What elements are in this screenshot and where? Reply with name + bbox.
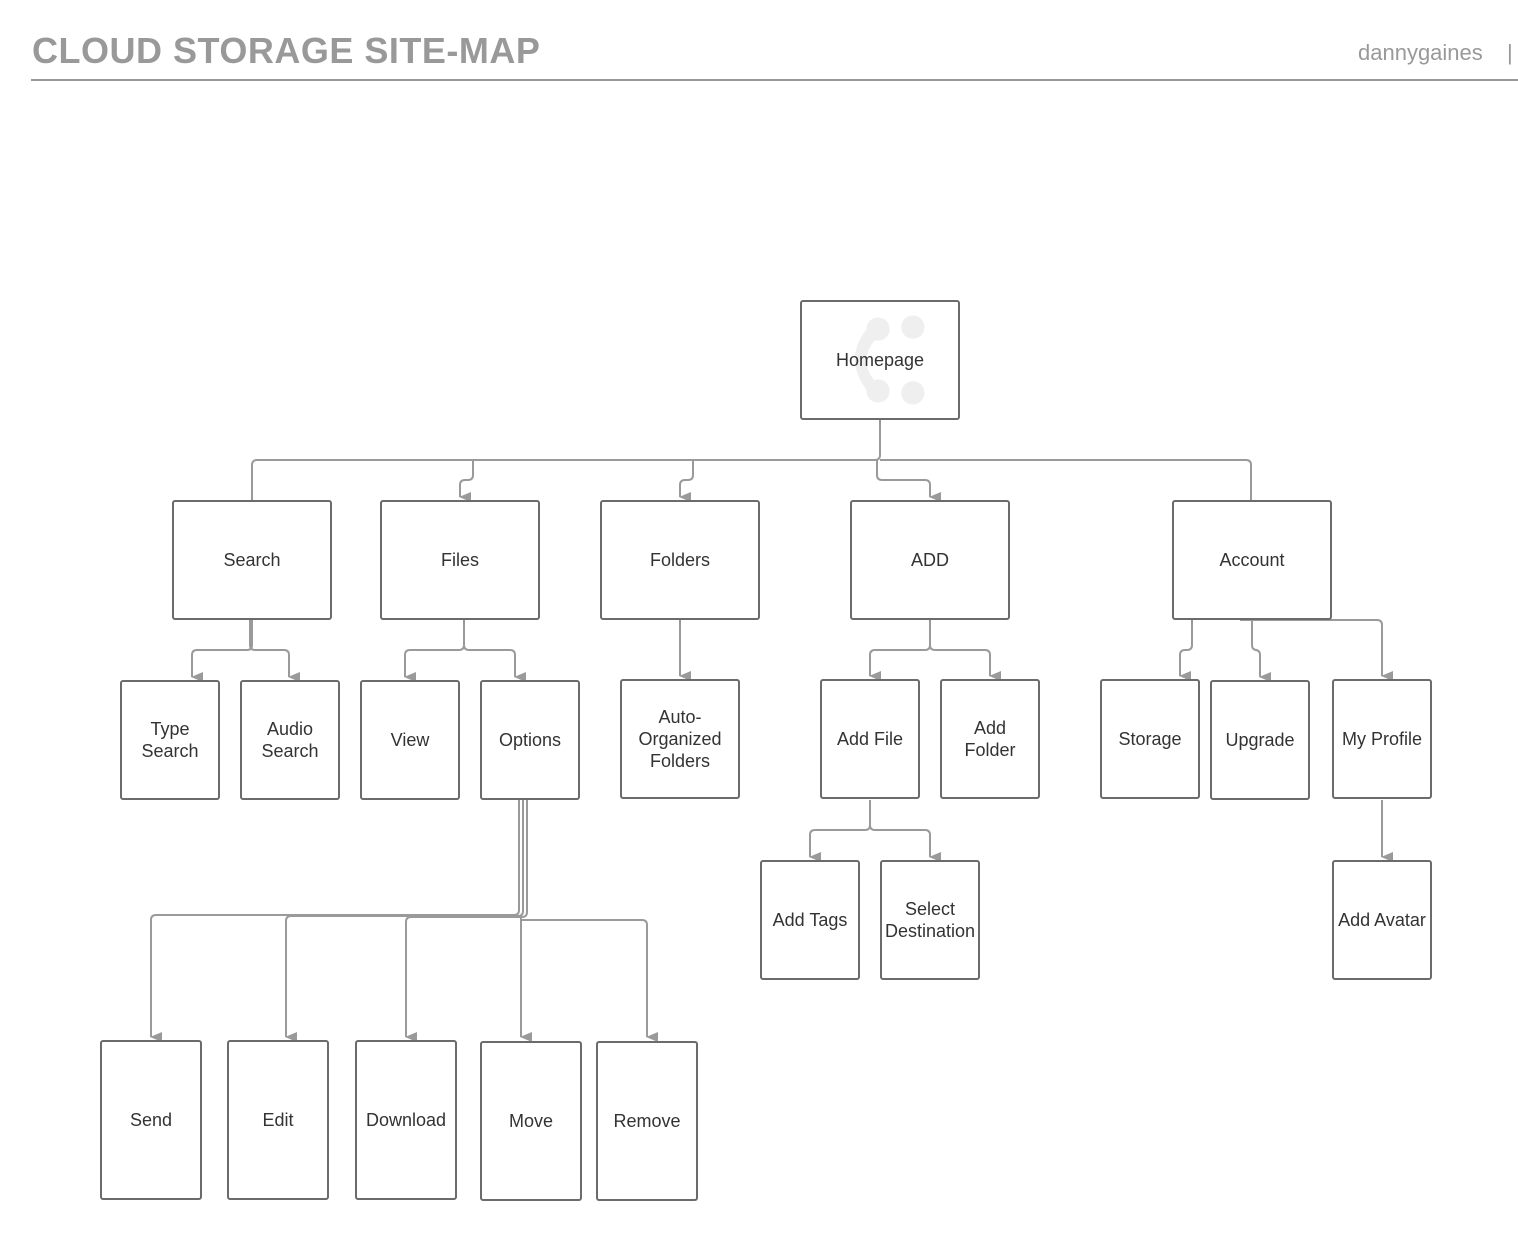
node-search: Search <box>172 500 332 620</box>
node-auto-organized-folders: Auto- Organized Folders <box>620 679 740 799</box>
node-label: Search <box>223 550 281 570</box>
node-account: Account <box>1172 500 1332 620</box>
node-label: Files <box>440 550 479 570</box>
node-label: Add Tags <box>772 910 848 930</box>
node-folders: Folders <box>600 500 760 620</box>
node-label: Add Avatar <box>1338 910 1426 930</box>
node-label: Download <box>365 1110 447 1130</box>
connector-homepage-add <box>876 460 941 502</box>
node-select-destination: Select Destination <box>880 860 980 980</box>
node-label: Remove <box>613 1111 681 1131</box>
node-label: Storage <box>1118 729 1182 749</box>
connector-homepage-account <box>880 459 1252 500</box>
connector-search-type <box>191 620 253 682</box>
node-label: Audio Search <box>261 719 319 761</box>
connector-homepage-files <box>459 460 474 502</box>
node-add: ADD <box>850 500 1010 620</box>
node-label: Auto- Organized Folders <box>638 707 722 771</box>
node-label: View <box>390 730 430 750</box>
node-homepage: Homepage <box>800 300 960 420</box>
node-label: Add Folder <box>964 718 1016 760</box>
node-label: Edit <box>262 1110 294 1130</box>
node-move: Move <box>480 1041 582 1201</box>
node-label: Folders <box>649 550 711 570</box>
node-files: Files <box>380 500 540 620</box>
node-view: View <box>360 680 460 800</box>
connector-account-upgrade <box>1251 620 1271 682</box>
node-label: Account <box>1219 550 1285 570</box>
node-type-search: Type Search <box>120 680 220 800</box>
connector-addfile-tags <box>809 800 871 862</box>
node-my-profile: My Profile <box>1332 679 1432 799</box>
connector-account-profile <box>1240 619 1393 681</box>
node-storage: Storage <box>1100 679 1200 799</box>
connector-options-trunk-c <box>405 795 528 1042</box>
node-label: Send <box>129 1110 173 1130</box>
connector-addfile-destination <box>869 824 941 862</box>
node-add-folder: Add Folder <box>940 679 1040 799</box>
node-label: Type Search <box>141 719 199 761</box>
node-send: Send <box>100 1040 202 1200</box>
node-label: Homepage <box>835 350 925 370</box>
connector-add-folder <box>929 644 1001 681</box>
node-options: Options <box>480 680 580 800</box>
node-remove: Remove <box>596 1041 698 1201</box>
node-add-file: Add File <box>820 679 920 799</box>
connector-account-storage <box>1179 620 1193 681</box>
node-label: Select Destination <box>884 899 976 941</box>
connector-homepage-bus <box>251 420 881 500</box>
node-audio-search: Audio Search <box>240 680 340 800</box>
node-label: Move <box>508 1111 553 1131</box>
node-add-tags: Add Tags <box>760 860 860 980</box>
connector-options-remove <box>521 919 658 1042</box>
connector-files-view <box>404 620 465 682</box>
node-edit: Edit <box>227 1040 329 1200</box>
node-upgrade: Upgrade <box>1210 680 1310 800</box>
connector-homepage-folders <box>679 460 694 502</box>
connector-files-options <box>463 644 526 682</box>
node-download: Download <box>355 1040 457 1200</box>
node-label: Upgrade <box>1225 730 1295 750</box>
node-label: My Profile <box>1341 729 1422 749</box>
connector-search-audio <box>249 620 300 682</box>
connector-add-file <box>869 620 931 681</box>
node-add-avatar: Add Avatar <box>1332 860 1432 980</box>
node-label: ADD <box>910 550 949 570</box>
node-label: Options <box>498 730 562 750</box>
node-label: Add File <box>836 729 904 749</box>
